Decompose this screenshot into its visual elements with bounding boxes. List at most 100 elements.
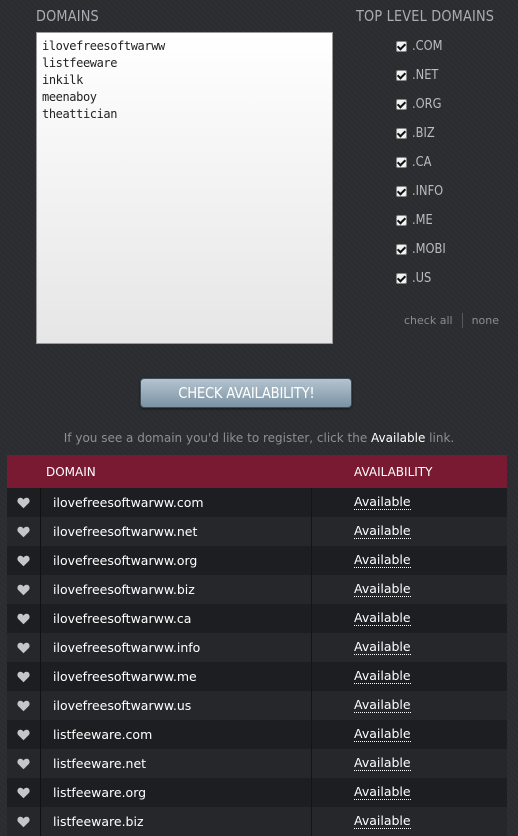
result-domain: ilovefreesoftwarww.net: [53, 524, 198, 539]
available-link[interactable]: Available: [354, 669, 411, 684]
available-link[interactable]: Available: [354, 553, 411, 568]
tld-checkbox[interactable]: [396, 99, 407, 110]
tld-label: .INFO: [412, 184, 444, 199]
column-divider: [40, 720, 41, 749]
available-link[interactable]: Available: [354, 698, 411, 713]
tld-option[interactable]: .US: [396, 264, 450, 293]
column-divider: [311, 546, 312, 575]
tld-checkbox[interactable]: [396, 273, 407, 284]
tld-option[interactable]: .MOBI: [396, 235, 450, 264]
tld-label: .US: [412, 271, 432, 286]
result-domain: ilovefreesoftwarww.me: [53, 669, 197, 684]
heart-icon[interactable]: [17, 526, 30, 538]
table-row: listfeeware.org Available: [7, 778, 507, 807]
domain-entry-line: theattician: [42, 107, 118, 121]
column-divider: [40, 778, 41, 807]
available-link[interactable]: Available: [354, 524, 411, 539]
tld-option[interactable]: .ME: [396, 206, 450, 235]
heart-icon[interactable]: [17, 816, 30, 828]
tld-checkbox[interactable]: [396, 157, 407, 168]
domain-entry-line: listfeeware: [42, 56, 118, 70]
heart-icon[interactable]: [17, 584, 30, 596]
table-row: ilovefreesoftwarww.info Available: [7, 633, 507, 662]
tld-checkbox[interactable]: [396, 244, 407, 255]
column-divider: [311, 633, 312, 662]
tld-option[interactable]: .INFO: [396, 177, 450, 206]
heart-icon[interactable]: [17, 729, 30, 741]
tld-label: .COM: [412, 39, 443, 54]
none-link[interactable]: none: [472, 314, 499, 327]
table-row: ilovefreesoftwarww.org Available: [7, 546, 507, 575]
tld-option[interactable]: .NET: [396, 61, 450, 90]
heart-icon[interactable]: [17, 642, 30, 654]
domains-title: DOMAINS: [36, 7, 99, 25]
available-link[interactable]: Available: [354, 495, 411, 510]
tld-label: .BIZ: [412, 126, 435, 141]
result-domain: listfeeware.org: [53, 785, 147, 800]
column-divider: [311, 807, 312, 836]
availability-column-header: AVAILABILITY: [354, 464, 433, 479]
domain-column-header: DOMAIN: [46, 464, 96, 479]
tld-option[interactable]: .CA: [396, 148, 450, 177]
domain-entry-line: meenaboy: [42, 90, 97, 104]
heart-icon[interactable]: [17, 497, 30, 509]
check-links: check all none: [404, 313, 499, 328]
result-domain: ilovefreesoftwarww.org: [53, 553, 198, 568]
heart-icon[interactable]: [17, 700, 30, 712]
hint-text-before: If you see a domain you'd like to regist…: [63, 431, 372, 445]
column-divider: [311, 488, 312, 517]
column-divider: [40, 546, 41, 575]
result-domain: ilovefreesoftwarww.com: [53, 495, 204, 510]
available-link[interactable]: Available: [354, 611, 411, 626]
table-row: ilovefreesoftwarww.biz Available: [7, 575, 507, 604]
tld-option[interactable]: .BIZ: [396, 119, 450, 148]
tld-checkbox[interactable]: [396, 186, 407, 197]
available-link[interactable]: Available: [354, 814, 411, 829]
table-row: listfeeware.biz Available: [7, 807, 507, 836]
available-link[interactable]: Available: [354, 582, 411, 597]
table-row: listfeeware.net Available: [7, 749, 507, 778]
available-link[interactable]: Available: [354, 785, 411, 800]
tld-label: .MOBI: [412, 242, 446, 257]
column-divider: [311, 662, 312, 691]
heart-icon[interactable]: [17, 787, 30, 799]
table-row: listfeeware.com Available: [7, 720, 507, 749]
column-divider: [40, 691, 41, 720]
check-availability-button[interactable]: CHECK AVAILABILITY!: [140, 378, 352, 408]
check-availability-label: CHECK AVAILABILITY!: [177, 384, 315, 402]
result-domain: listfeeware.com: [53, 727, 153, 742]
result-domain: ilovefreesoftwarww.info: [53, 640, 201, 655]
hint-available-word: Available: [371, 431, 426, 445]
tld-title: TOP LEVEL DOMAINS: [356, 7, 495, 25]
result-domain: listfeeware.net: [53, 756, 147, 771]
heart-icon[interactable]: [17, 613, 30, 625]
result-domain: ilovefreesoftwarww.biz: [53, 582, 195, 597]
column-divider: [40, 517, 41, 546]
domain-entry-line: inkilk: [42, 73, 83, 87]
heart-icon[interactable]: [17, 671, 30, 683]
column-divider: [311, 517, 312, 546]
available-link[interactable]: Available: [354, 756, 411, 771]
result-domain: listfeeware.biz: [53, 814, 144, 829]
table-row: ilovefreesoftwarww.com Available: [7, 488, 507, 517]
heart-icon[interactable]: [17, 758, 30, 770]
domains-textarea[interactable]: ilovefreesoftwarww listfeeware inkilk meena…: [36, 32, 333, 344]
tld-checkbox[interactable]: [396, 70, 407, 81]
link-divider: [461, 313, 463, 328]
column-divider: [40, 749, 41, 778]
tld-checkbox[interactable]: [396, 41, 407, 52]
heart-icon[interactable]: [17, 555, 30, 567]
check-all-link[interactable]: check all: [404, 314, 453, 327]
tld-option[interactable]: .COM: [396, 32, 450, 61]
column-divider: [311, 604, 312, 633]
tld-option[interactable]: .ORG: [396, 90, 450, 119]
tld-checkbox[interactable]: [396, 215, 407, 226]
column-divider: [40, 488, 41, 517]
available-link[interactable]: Available: [354, 727, 411, 742]
table-row: ilovefreesoftwarww.us Available: [7, 691, 507, 720]
table-row: ilovefreesoftwarww.ca Available: [7, 604, 507, 633]
available-link[interactable]: Available: [354, 640, 411, 655]
results-body: ilovefreesoftwarww.com Available ilovefree…: [7, 488, 507, 836]
table-row: ilovefreesoftwarww.me Available: [7, 662, 507, 691]
tld-checkbox[interactable]: [396, 128, 407, 139]
